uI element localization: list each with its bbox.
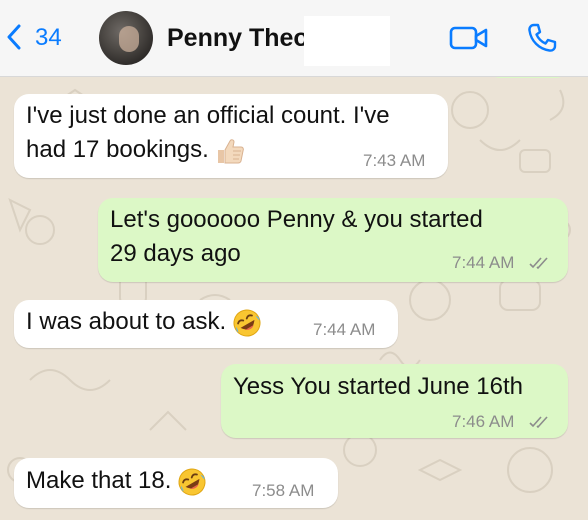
message-bubble-incoming[interactable]: I've just done an official count. I've h… [14, 94, 448, 178]
message-text-line: Make that 18. [26, 467, 172, 494]
message-timestamp: 7:44 AM [313, 320, 376, 339]
redaction-block [304, 16, 390, 66]
rolling-on-floor-laughing-emoji [233, 309, 261, 337]
message-bubble-outgoing[interactable]: Yess You started June 16th 7:46 AM [221, 364, 568, 438]
message-timestamp: 7:44 AM [452, 253, 515, 272]
double-check-icon [529, 416, 548, 429]
message-timestamp: 7:46 AM [452, 412, 515, 431]
message-timestamp: 7:58 AM [252, 481, 315, 500]
chat-header: 34 Penny Theo [0, 0, 588, 77]
message-text-line-with-emoji: Make that 18. [26, 464, 207, 498]
back-unread-count[interactable]: 34 [35, 24, 62, 52]
video-call-icon[interactable] [449, 26, 489, 50]
thumbs-up-emoji [217, 138, 244, 164]
message-text-line-with-emoji: I was about to ask. [26, 305, 262, 339]
voice-call-icon[interactable] [526, 22, 558, 54]
rolling-on-floor-laughing-emoji [178, 468, 206, 496]
message-text-line: I was about to ask. [26, 308, 227, 335]
message-bubble-incoming[interactable]: Make that 18. 7:58 AM [14, 458, 338, 508]
contact-avatar[interactable] [99, 11, 153, 65]
message-text-line: I've just done an official count. I've [26, 102, 390, 129]
contact-name[interactable]: Penny Theo [167, 22, 309, 54]
message-bubble-outgoing[interactable]: Let's goooooo Penny & you started 29 day… [98, 198, 568, 282]
chevron-left-icon[interactable] [6, 24, 22, 50]
message-text-line: Let's goooooo Penny & you started [110, 206, 483, 233]
message-text-line: had 17 bookings. [26, 136, 209, 163]
double-check-icon [529, 257, 548, 270]
message-bubble-incoming[interactable]: I was about to ask. 7:44 AM [14, 300, 398, 348]
message-text-line: 29 days ago [110, 240, 241, 267]
message-timestamp: 7:43 AM [363, 151, 426, 170]
message-text-line-with-emoji: had 17 bookings. [26, 133, 245, 167]
message-text-line: Yess You started June 16th [233, 373, 524, 400]
